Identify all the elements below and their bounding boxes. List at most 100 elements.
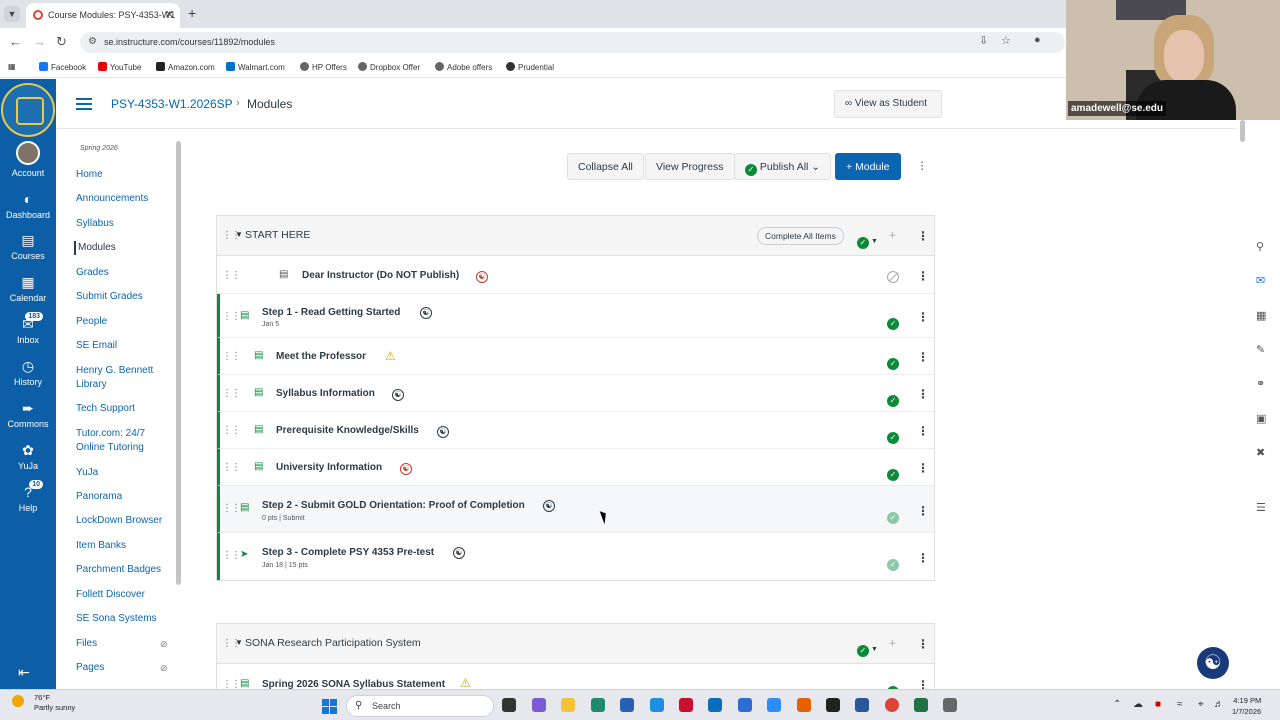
module-item[interactable]: ⋮⋮ ▤ Meet the Professor ⚠ ✓ ⋮ — [217, 338, 934, 375]
drag-handle-icon[interactable]: ⋮⋮ — [222, 311, 241, 322]
published-check-icon[interactable]: ✓ — [887, 505, 899, 524]
collapse-caret-icon[interactable]: ▼ — [235, 230, 243, 239]
reload-icon[interactable]: ↻ — [56, 34, 67, 50]
warning-icon[interactable]: ⚠ — [460, 676, 471, 690]
accessibility-icon[interactable]: ☯ — [453, 547, 465, 559]
course-nav-syllabus[interactable]: Syllabus — [76, 217, 168, 231]
calculator-icon[interactable]: ▦ — [1256, 309, 1266, 322]
accessibility-icon[interactable]: ☯ — [392, 389, 404, 401]
nav-calendar[interactable]: ▦ Calendar — [0, 274, 56, 303]
course-nav-se-email[interactable]: SE Email — [76, 339, 168, 353]
item-menu-icon[interactable]: ⋮ — [917, 461, 929, 475]
url-field[interactable]: ⚙ se.instructure.com/courses/11892/modul… — [80, 32, 1065, 53]
item-title[interactable]: Meet the Professor — [276, 351, 366, 362]
module-header[interactable]: ⋮⋮ ▼ START HERE Complete All Items ✓ ▼ +… — [217, 216, 934, 256]
add-item-icon[interactable]: + — [889, 228, 896, 242]
item-title[interactable]: Dear Instructor (Do NOT Publish) — [302, 270, 459, 281]
excel-icon[interactable] — [914, 698, 928, 712]
module-item[interactable]: ⋮⋮ ▤ Step 1 - Read Getting Started Jan 5… — [217, 294, 934, 338]
drag-handle-icon[interactable]: ⋮⋮ — [222, 270, 241, 281]
add-item-icon[interactable]: + — [889, 636, 896, 650]
bookmark-amazon[interactable]: Amazon.com — [156, 62, 215, 72]
bookmark-facebook[interactable]: Facebook — [39, 62, 86, 72]
module-item[interactable]: ⋮⋮ ▤ Prerequisite Knowledge/Skills ☯ ✓ ⋮ — [217, 412, 934, 449]
course-nav-lockdown-browser[interactable]: LockDown Browser — [76, 514, 168, 528]
wifi-icon[interactable]: ⌖ — [1198, 699, 1204, 710]
published-check-icon[interactable]: ✓ — [887, 462, 899, 481]
app-icon[interactable] — [797, 698, 811, 712]
bookmark-youtube[interactable]: YouTube — [98, 62, 141, 72]
app-icon[interactable] — [650, 698, 664, 712]
publish-all-button[interactable]: ✓ Publish All ⌄ — [734, 153, 832, 180]
drag-handle-icon[interactable]: ⋮⋮ — [222, 550, 241, 561]
item-title[interactable]: Step 3 - Complete PSY 4353 Pre-test — [262, 547, 434, 558]
copilot-icon[interactable] — [532, 698, 546, 712]
sliders-icon[interactable]: ☰ — [1256, 501, 1266, 514]
nav-yuja[interactable]: ✿ YuJa — [0, 442, 56, 471]
collapse-nav-icon[interactable]: ⇤ — [18, 664, 30, 681]
tools-icon[interactable]: ✖ — [1256, 446, 1265, 459]
module-menu-icon[interactable]: ⋮ — [917, 229, 929, 243]
store-icon[interactable] — [620, 698, 634, 712]
course-nav-parchment-badges[interactable]: Parchment Badges — [76, 563, 168, 577]
collapse-caret-icon[interactable]: ▼ — [235, 638, 243, 647]
course-nav-tech-support[interactable]: Tech Support — [76, 402, 168, 416]
weather-widget[interactable]: 76°F Partly sunny — [12, 693, 75, 713]
item-title[interactable]: Prerequisite Knowledge/Skills — [276, 425, 419, 436]
app-icon[interactable] — [738, 698, 752, 712]
terminal-icon[interactable] — [826, 698, 840, 712]
module-item[interactable]: ⋮⋮ ➤ Step 3 - Complete PSY 4353 Pre-test… — [217, 533, 934, 580]
item-menu-icon[interactable]: ⋮ — [917, 424, 929, 438]
taskbar-clock[interactable]: 4:19 PM 1/7/2026 — [1232, 695, 1261, 717]
add-module-button[interactable]: + Module — [835, 153, 901, 180]
bookmark-adobe[interactable]: Adobe offers — [435, 62, 492, 72]
item-menu-icon[interactable]: ⋮ — [917, 269, 929, 283]
module-menu-icon[interactable]: ⋮ — [917, 637, 929, 651]
game-icon[interactable]: ▣ — [1256, 412, 1266, 425]
site-info-icon[interactable]: ⚙ — [88, 36, 97, 47]
course-nav-tutor[interactable]: Tutor.com: 24/7 Online Tutoring — [76, 427, 168, 455]
tray-cloud-icon[interactable]: ☁ — [1133, 699, 1143, 710]
course-nav-pages[interactable]: Pages ⊘ — [76, 661, 168, 675]
item-title[interactable]: University Information — [276, 462, 382, 473]
mcafee-icon[interactable] — [679, 698, 693, 712]
apps-grid-icon[interactable]: ▦ — [8, 62, 16, 71]
windows-start-icon[interactable] — [322, 699, 337, 714]
page-scrollbar[interactable] — [1240, 120, 1245, 142]
tray-network-icon[interactable]: ≈ — [1177, 699, 1183, 710]
course-nav-announcements[interactable]: Announcements — [76, 192, 168, 206]
close-tab-icon[interactable]: ✕ — [165, 8, 174, 21]
breadcrumb-course[interactable]: PSY-4353-W1.2026SP — [111, 97, 233, 111]
course-nav-scrollbar[interactable] — [176, 141, 181, 585]
course-menu-toggle[interactable] — [76, 98, 92, 110]
chat-icon[interactable]: ✉ — [1256, 274, 1265, 287]
published-check-icon[interactable]: ✓ — [887, 425, 899, 444]
taskbar-search[interactable]: ⚲ Search — [346, 695, 494, 717]
course-nav-grades[interactable]: Grades — [76, 266, 168, 280]
tray-security-icon[interactable]: ■ — [1155, 699, 1161, 710]
install-icon[interactable]: ⇩ — [979, 34, 988, 47]
search-icon[interactable]: ⚲ — [1256, 240, 1264, 253]
forward-icon[interactable]: → — [33, 34, 46, 49]
published-check-icon[interactable]: ✓ — [887, 351, 899, 370]
warning-icon[interactable]: ⚠ — [385, 349, 396, 363]
chrome-icon[interactable] — [885, 698, 899, 712]
course-nav-files[interactable]: Files ⊘ — [76, 637, 168, 651]
item-title[interactable]: Step 2 - Submit GOLD Orientation: Proof … — [262, 500, 525, 511]
module-item[interactable]: ⋮⋮ ▤ University Information ☯ ✓ ⋮ — [217, 449, 934, 486]
accessibility-icon[interactable]: ☯ — [476, 271, 488, 283]
file-explorer-icon[interactable] — [561, 698, 575, 712]
published-check-icon[interactable]: ✓ — [887, 552, 899, 571]
nav-dashboard[interactable]: ◐ Dashboard — [0, 191, 56, 220]
nav-history[interactable]: ◷ History — [0, 358, 56, 387]
drag-handle-icon[interactable]: ⋮⋮ — [222, 462, 241, 473]
course-nav-people[interactable]: People — [76, 315, 168, 329]
bookmark-walmart[interactable]: Walmart.com — [226, 62, 285, 72]
module-item[interactable]: ⋮⋮ ▤ Dear Instructor (Do NOT Publish) ☯ … — [217, 257, 934, 294]
complete-all-items-button[interactable]: Complete All Items — [757, 227, 844, 245]
more-options-icon[interactable]: ⋮ — [908, 153, 937, 180]
course-nav-se-sona[interactable]: SE Sona Systems — [76, 612, 168, 626]
course-nav-item-banks[interactable]: Item Banks — [76, 539, 168, 553]
nav-account[interactable]: Account — [0, 141, 56, 178]
module-header[interactable]: ⋮⋮ ▼ SONA Research Participation System … — [217, 624, 934, 664]
